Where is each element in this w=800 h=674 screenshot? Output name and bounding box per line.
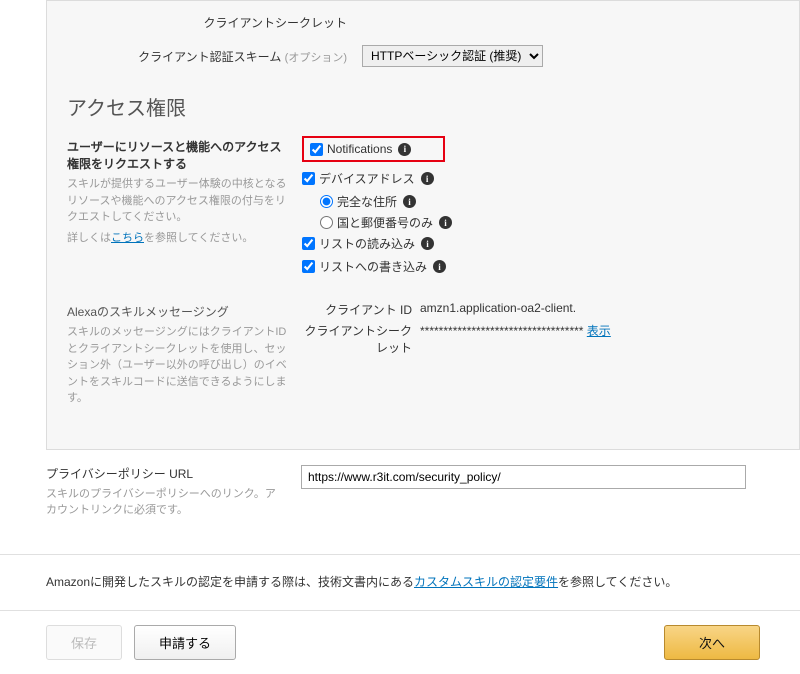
info-icon[interactable]: i [421, 237, 434, 250]
privacy-label: プライバシーポリシー URL [46, 465, 286, 482]
info-icon[interactable]: i [433, 260, 446, 273]
cert-note: Amazonに開発したスキルの認定を申請する際は、技術文書内にあるカスタムスキル… [0, 573, 800, 590]
submit-button[interactable]: 申請する [134, 625, 236, 660]
next-button[interactable]: 次へ [664, 625, 760, 660]
client-credentials: クライアント ID amzn1.application-oa2-client. … [302, 301, 779, 356]
auth-scheme-select[interactable]: HTTPベーシック認証 (推奨) [362, 45, 543, 67]
notifications-label: Notifications [327, 142, 392, 156]
list-read-checkbox[interactable] [302, 237, 315, 250]
info-icon[interactable]: i [421, 172, 434, 185]
auth-scheme-row: クライアント認証スキーム (オプション) HTTPベーシック認証 (推奨) [67, 45, 779, 67]
config-panel: クライアントシークレット クライアント認証スキーム (オプション) HTTPベー… [46, 0, 800, 450]
cert-note-suffix: を参照してください。 [558, 575, 677, 589]
perm-desc: スキルが提供するユーザー体験の中核となるリソースや機能へのアクセス権限の付与をリ… [67, 176, 287, 226]
list-write-checkbox[interactable] [302, 260, 315, 273]
footer-bar: 保存 申請する 次へ [0, 610, 800, 674]
country-postal-label: 国と郵便番号のみ [337, 214, 433, 231]
notifications-highlight: Notifications i [302, 136, 445, 162]
messaging-label: Alexaのスキルメッセージング [67, 303, 287, 320]
client-id-value: amzn1.application-oa2-client. [420, 301, 779, 318]
list-read-label: リストの読み込み [319, 235, 415, 252]
client-secret-label: クライアントシークレット [203, 16, 347, 30]
auth-scheme-label: クライアント認証スキーム [138, 50, 281, 64]
privacy-section: プライバシーポリシー URL スキルのプライバシーポリシーへのリンク。アカウント… [0, 450, 800, 529]
client-secret-mask: *********************************** [420, 324, 583, 338]
perm-detail-prefix: 詳しくは [67, 232, 111, 244]
access-title: アクセス権限 [67, 92, 779, 121]
divider [0, 554, 800, 555]
permissions-row: ユーザーにリソースと機能へのアクセス権限をリクエストする スキルが提供するユーザ… [67, 136, 779, 281]
notifications-checkbox[interactable] [310, 143, 323, 156]
device-address-checkbox[interactable] [302, 172, 315, 185]
perm-detail-suffix: を参照してください。 [144, 232, 253, 244]
messaging-desc: スキルのメッセージングにはクライアントIDとクライアントシークレットを使用し、セ… [67, 324, 287, 407]
cert-note-prefix: Amazonに開発したスキルの認定を申請する際は、技術文書内にある [46, 575, 414, 589]
info-icon[interactable]: i [398, 143, 411, 156]
info-icon[interactable]: i [403, 195, 416, 208]
full-address-radio[interactable] [320, 195, 333, 208]
show-secret-link[interactable]: 表示 [587, 324, 611, 338]
save-button: 保存 [46, 625, 122, 660]
auth-scheme-opt: (オプション) [285, 52, 347, 64]
cert-requirements-link[interactable]: カスタムスキルの認定要件 [414, 575, 558, 589]
info-icon[interactable]: i [439, 216, 452, 229]
perm-label: ユーザーにリソースと機能へのアクセス権限をリクエストする [67, 138, 287, 172]
list-write-label: リストへの書き込み [319, 258, 427, 275]
privacy-desc: スキルのプライバシーポリシーへのリンク。アカウントリンクに必須です。 [46, 486, 286, 519]
client-id-label: クライアント ID [302, 301, 412, 318]
messaging-row: Alexaのスキルメッセージング スキルのメッセージングにはクライアントIDとク… [67, 301, 779, 407]
full-address-label: 完全な住所 [337, 193, 397, 210]
perm-detail: 詳しくはこちらを参照してください。 [67, 230, 287, 247]
client-secret-label-2: クライアントシークレット [302, 322, 412, 356]
client-secret-row: クライアントシークレット [67, 11, 779, 31]
perm-detail-link[interactable]: こちら [111, 232, 144, 244]
country-postal-radio[interactable] [320, 216, 333, 229]
privacy-url-input[interactable] [301, 465, 746, 489]
device-address-label: デバイスアドレス [319, 170, 415, 187]
